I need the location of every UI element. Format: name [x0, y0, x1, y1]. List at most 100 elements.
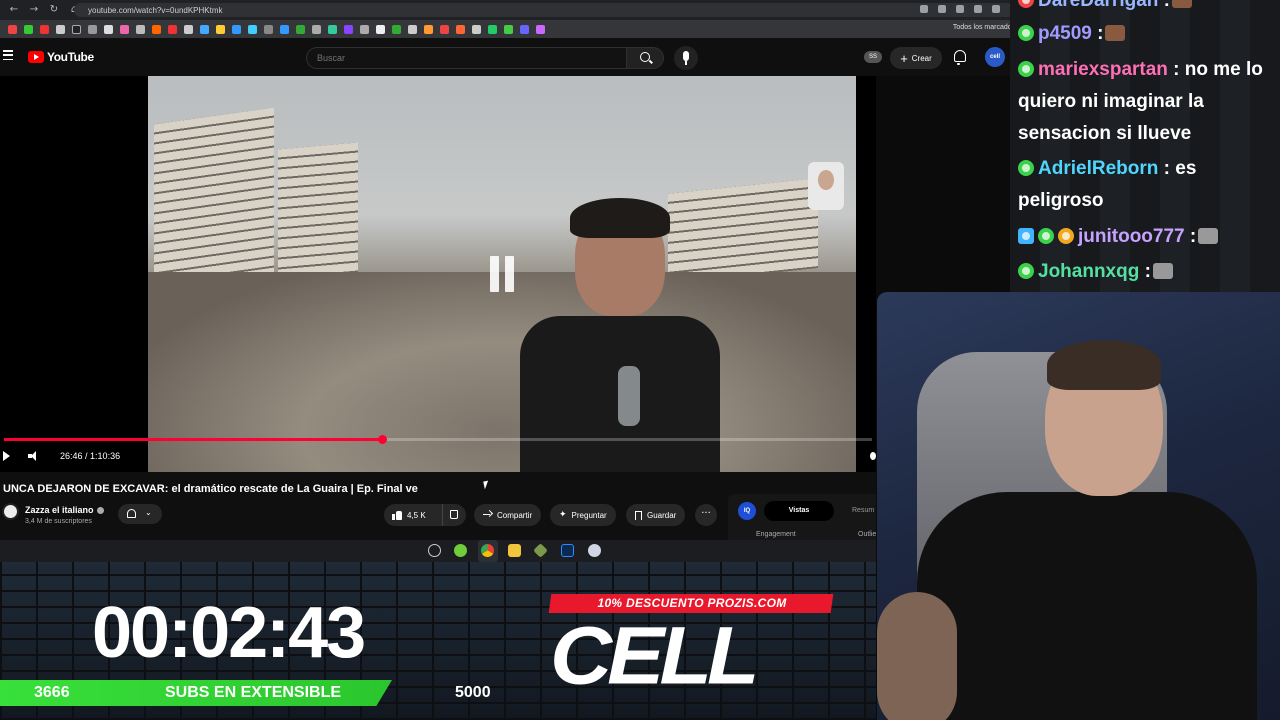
bookmark-item[interactable]: [360, 24, 369, 34]
bookmark-item[interactable]: [136, 24, 145, 34]
bookmark-item[interactable]: [456, 24, 465, 34]
obs-icon[interactable]: [428, 544, 441, 557]
bookmark-item[interactable]: [376, 24, 385, 34]
bookmark-item[interactable]: [88, 24, 97, 34]
bell-icon: [127, 509, 136, 518]
bookmark-item[interactable]: [392, 24, 401, 34]
profile-icon[interactable]: [992, 5, 1000, 13]
more-icon[interactable]: ···: [695, 504, 717, 526]
bookmark-item[interactable]: [232, 24, 241, 34]
chat-message: Johannxqg :: [1018, 256, 1276, 288]
channel-avatar[interactable]: [2, 503, 19, 520]
bookmark-item[interactable]: [72, 24, 81, 34]
subscription-bell-button[interactable]: ⌄: [118, 504, 162, 524]
bookmark-item[interactable]: [40, 24, 49, 34]
bookmark-item[interactable]: [24, 24, 33, 34]
time-readout: 26:46 / 1:10:36: [60, 451, 120, 461]
screen: ← → ↻ ⌂ youtube.com/watch?v=0undKPHKtmk: [0, 0, 1280, 720]
volume-icon[interactable]: [28, 451, 42, 461]
photoshop-icon[interactable]: [561, 544, 574, 557]
search-input[interactable]: [306, 47, 626, 69]
time-separator: /: [82, 451, 91, 461]
app-icon[interactable]: [454, 544, 467, 557]
bookmark-item[interactable]: [56, 24, 65, 34]
reload-icon[interactable]: ↻: [48, 4, 60, 16]
bookmark-item[interactable]: [152, 24, 161, 34]
ask-button[interactable]: ✦ Preguntar: [550, 504, 616, 526]
bookmark-item[interactable]: [248, 24, 257, 34]
reporter-hair: [570, 198, 670, 238]
bookmark-item[interactable]: [344, 24, 353, 34]
video-player[interactable]: 26:46 / 1:10:36: [0, 76, 876, 472]
bookmark-item[interactable]: [312, 24, 321, 34]
channel-name-text: Zazza el italiano: [25, 505, 94, 515]
bookmark-item[interactable]: [8, 24, 17, 34]
bookmark-item[interactable]: [440, 24, 449, 34]
tab-summary[interactable]: Resum: [852, 501, 874, 521]
folder-icon[interactable]: [508, 544, 521, 557]
bookmark-item[interactable]: [408, 24, 417, 34]
progress-scrubber[interactable]: [377, 435, 387, 444]
bookmark-item[interactable]: [504, 24, 513, 34]
stream-timer: 00:02:43: [92, 593, 366, 673]
bookmark-item[interactable]: [328, 24, 337, 34]
like-button[interactable]: 4,5 K: [384, 504, 436, 526]
microphone-icon[interactable]: [674, 46, 698, 70]
bookmark-item[interactable]: [488, 24, 497, 34]
bookmark-item[interactable]: [296, 24, 305, 34]
extension-icon[interactable]: [974, 5, 982, 13]
progress-bar[interactable]: [4, 435, 872, 444]
bookmark-item[interactable]: [120, 24, 129, 34]
bell-icon[interactable]: [954, 50, 966, 65]
save-label: Guardar: [647, 510, 677, 520]
channel-name[interactable]: Zazza el italiano: [25, 505, 104, 515]
avatar[interactable]: cell: [985, 47, 1005, 67]
share-button[interactable]: Compartir: [474, 504, 542, 526]
settings-icon[interactable]: [870, 452, 876, 460]
chat-separator: :: [1167, 59, 1180, 80]
rubble: [148, 272, 856, 472]
bookmark-item[interactable]: [184, 24, 193, 34]
search-icon[interactable]: [626, 47, 664, 69]
bookmark-item[interactable]: [424, 24, 433, 34]
star-icon[interactable]: [956, 5, 964, 13]
bookmark-item[interactable]: [520, 24, 529, 34]
chat-separator: :: [1184, 226, 1197, 247]
create-button[interactable]: + Crear: [890, 47, 942, 69]
chat-username: DareDarrigan: [1038, 0, 1159, 11]
chat-message: p4509 :: [1018, 18, 1276, 50]
minecraft-icon[interactable]: [533, 543, 548, 558]
menu-icon[interactable]: [3, 50, 13, 60]
discord-icon[interactable]: [588, 544, 601, 557]
bookmark-item[interactable]: [472, 24, 481, 34]
zoom-icon[interactable]: [920, 5, 928, 13]
subs-label: SUBS EN EXTENSIBLE: [165, 684, 342, 701]
forward-icon[interactable]: →: [28, 4, 40, 16]
dislike-button[interactable]: [442, 504, 466, 526]
all-bookmarks-link[interactable]: Todos los marcador: [953, 24, 1014, 31]
iq-logo[interactable]: IQ: [738, 502, 756, 520]
bookmark-item[interactable]: [104, 24, 113, 34]
tab-views[interactable]: Vistas: [764, 501, 834, 521]
address-bar[interactable]: youtube.com/watch?v=0undKPHKtmk: [74, 3, 1014, 17]
bookmark-item[interactable]: [264, 24, 273, 34]
bookmark-item[interactable]: [216, 24, 225, 34]
chevron-down-icon: ⌄: [145, 508, 152, 517]
bookmark-item[interactable]: [280, 24, 289, 34]
bookmark-item[interactable]: [536, 24, 545, 34]
back-icon[interactable]: ←: [8, 4, 20, 16]
chat-badge-icon: [1018, 61, 1034, 77]
bookmark-item[interactable]: [168, 24, 177, 34]
save-button[interactable]: Guardar: [626, 504, 686, 526]
pause-icon[interactable]: [486, 256, 518, 292]
youtube-logo[interactable]: YouTube: [28, 50, 94, 64]
engagement-label: Engagement: [756, 531, 796, 538]
bookmark-item[interactable]: [200, 24, 209, 34]
chat-badge-icon: [1058, 228, 1074, 244]
channel-watermark[interactable]: [808, 162, 844, 210]
install-icon[interactable]: [938, 5, 946, 13]
play-icon[interactable]: [3, 451, 10, 461]
chat-badge-icon: [1018, 160, 1034, 176]
chrome-icon[interactable]: [481, 544, 494, 557]
chat-separator: :: [1091, 23, 1104, 44]
